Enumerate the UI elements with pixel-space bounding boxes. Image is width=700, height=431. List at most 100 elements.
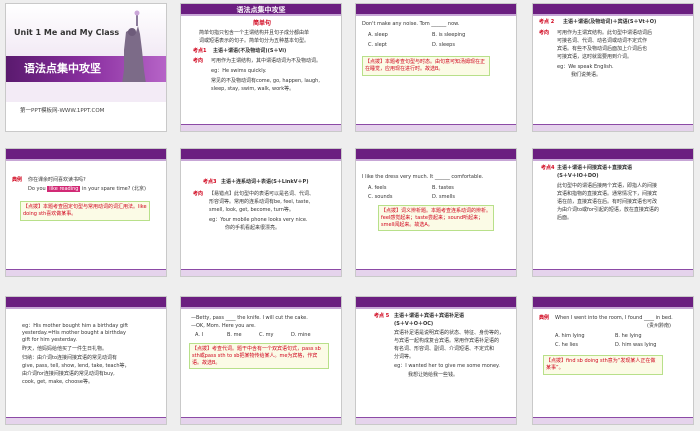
slide4-note-label: 考向 — [539, 30, 550, 36]
slide-footer — [533, 270, 693, 276]
question-text: Don't make any noise. Tom — [362, 21, 430, 27]
slide8-line: 后面。 — [557, 215, 573, 221]
option-c: C. slept — [368, 42, 387, 48]
option-b: B. me — [227, 332, 242, 338]
option-b: B. is sleeping — [432, 32, 466, 38]
tip-box: 【点拨】本题考查固定句型与常用动词的词汇用法。like doing sth喜欢做… — [20, 201, 150, 221]
slide5-question: Do you like reading in your spare time? … — [28, 186, 146, 193]
slide11-kp-label: 考点 5 — [374, 313, 390, 319]
slide11-translation: 我想让她给我一些钱。 — [408, 372, 459, 378]
slide2-line2: 词或短语表示的句子。简单句分为五种基本句型。 — [199, 38, 310, 44]
tip-box: 【点拨】考查代词。题干中含有一个双宾语句式，pass sb sth或pass s… — [189, 343, 329, 370]
slide-footer — [181, 125, 341, 131]
slide-footer — [181, 418, 341, 424]
slide-footer — [6, 270, 166, 276]
slide2-heading: 简单句 — [253, 20, 272, 27]
slide1-subband — [6, 82, 166, 102]
slide-thumbnail-1[interactable]: Unit 1 Me and My Class 语法点集中攻坚 第一PPT模板网-… — [5, 3, 167, 132]
slide8-kp-formula: (S＋V＋IO＋DO) — [557, 173, 599, 179]
slide6-translation: 你的手机看起来很漂亮。 — [225, 225, 281, 231]
slide6-line: 形容词等。常用的连系动词有be, feel, taste, — [209, 199, 311, 205]
option-b: B. tastes — [432, 185, 454, 191]
option-c: C. my — [259, 332, 274, 338]
slide2-note-text: 可用作为主谓结构，其中谓语动词为不及物动词。 — [211, 58, 322, 64]
slide-footer — [6, 418, 166, 424]
slide2-line3: 常见的不及物动词有come, go, happen, laugh, — [211, 78, 320, 84]
slide-header-stripe — [533, 159, 693, 161]
slide-thumbnail-6[interactable]: 考点3 主语＋连系动词＋表语(S＋LinkV＋P) 考向 【易错点】此句型中的表… — [180, 148, 342, 277]
question-text: —Betty, pass — [191, 315, 225, 321]
slide-header-stripe — [6, 307, 166, 309]
slide4-line: 可接宾语，这时就需要用到介词。 — [557, 54, 633, 60]
slide-header-bar — [356, 149, 516, 159]
slide-header-bar — [6, 297, 166, 307]
slide-footer — [533, 125, 693, 131]
slide6-kp-text: 主语＋连系动词＋表语(S＋LinkV＋P) — [221, 179, 309, 185]
slide-thumbnail-2[interactable]: 语法点集中攻坚 简单句 简单句指只包含一个主谓结构并且句子成分都由单 词或短语表… — [180, 3, 342, 132]
slide6-line: 【易错点】此句型中的表语可以是名词、代词、 — [209, 191, 315, 197]
slide4-kp-label: 考点 2 — [539, 19, 555, 25]
slide-footer — [533, 418, 693, 424]
slide8-line: 宾语和指物的直接宾语。通常情况下，间接宾 — [557, 191, 658, 197]
slide4-translation: 我们说英语。 — [571, 72, 602, 78]
slide11-line: 与宾语一起构成复合宾语。常用作宾语补足语的 — [394, 338, 500, 344]
slide5-label: 典例 — [12, 177, 23, 183]
slide9-line: eg：His mother bought him a birthday gift — [22, 323, 129, 329]
slide7-question: I like the dress very much. It ______ co… — [362, 174, 484, 180]
slide9-line: cook, get, make, choose等。 — [22, 379, 93, 385]
slide4-example: eg：We speak English. — [557, 64, 614, 70]
slide-header-bar — [356, 4, 516, 14]
slide9-line: 归纳：由介词to连接间接宾语的常见动词有 — [22, 355, 118, 361]
option-a: A. him lying — [555, 333, 585, 339]
slide-header-stripe — [356, 14, 516, 16]
slide-thumbnail-12[interactable]: 典例 When I went into the room, I found __… — [532, 296, 694, 425]
slide9-line: give, pass, tell, show, lend, take, teac… — [22, 363, 130, 369]
slide9-line: yesterday.=His mother bought a birthday — [22, 330, 126, 336]
slide-footer — [356, 270, 516, 276]
slide5-question-cn: 你在课余时间喜欢读书吗? — [28, 177, 86, 183]
slide-thumbnail-7[interactable]: I like the dress very much. It ______ co… — [355, 148, 517, 277]
slide2-kp-text: 主语＋谓语(不及物动词)(S＋Vi) — [213, 48, 287, 54]
slide4-line: 宾语。有些不及物动词后面加上介词后也 — [557, 46, 648, 52]
option-b: B. he lying — [615, 333, 642, 339]
slide6-kp-label: 考点3 — [203, 179, 217, 185]
slide2-title: 语法点集中攻坚 — [236, 6, 286, 14]
option-d: D. smells — [432, 194, 455, 200]
option-d: D. sleeps — [432, 42, 455, 48]
slide2-kp-label: 考点1 — [193, 48, 207, 54]
question-text: I like the dress very much. It — [362, 174, 434, 180]
slide11-example: eg：I wanted her to give me some money. — [394, 363, 500, 369]
slide2-line4: sleep, stay, swim, walk, work等。 — [211, 86, 295, 92]
slide6-note-label: 考向 — [193, 191, 204, 197]
slide6-line: smell, look, get, become, turn等。 — [209, 207, 294, 213]
slide8-line: 语在前，直接宾语在后。有时间接宾语也可改 — [557, 199, 658, 205]
slide-thumbnail-4[interactable]: 考点 2 主语＋谓语(及物动词)＋宾语(S＋Vt＋O) 考向 可用作为主谓宾结构… — [532, 3, 694, 132]
slide12-question: When I went into the room, I found ____ … — [555, 315, 673, 321]
slide12-label: 典例 — [539, 315, 550, 321]
question-text-end: comfortable. — [451, 174, 484, 180]
answer-highlight: like reading — [47, 186, 81, 192]
slide9-line: 昨天，他妈妈给他买了一件生日礼物。 — [22, 346, 108, 352]
slide10-question: —Betty, pass ____ the knife. I will cut … — [191, 315, 308, 321]
option-d: D. him was lying — [615, 342, 657, 348]
slide11-line: 有名词、形容词、副词、介词短语、不定式和 — [394, 346, 495, 352]
option-c: C. he lies — [555, 342, 578, 348]
slide8-line: 为由介词to或for引起的短语，放在直接宾语的 — [557, 207, 659, 213]
slide-thumbnail-8[interactable]: 考点4 主语＋谓语＋间接宾语＋直接宾语 (S＋V＋IO＋DO) 此句型中的谓语后… — [532, 148, 694, 277]
slide2-line1: 简单句指只包含一个主谓结构并且句子成分都由单 — [199, 30, 310, 36]
tip-box: 【点拨】词义辨析题。本题考查连系动词的辨析。feel感觉起来；taste尝起来；… — [378, 205, 494, 232]
slide-thumbnail-11[interactable]: 考点 5 主语＋谓语＋宾语＋宾语补足语 (S＋V＋O＋OC) 宾语补足语是说明宾… — [355, 296, 517, 425]
slide4-line: 可用作为主谓宾结构。此句型中谓语动词后 — [557, 30, 653, 36]
slide-thumbnail-10[interactable]: —Betty, pass ____ the knife. I will cut … — [180, 296, 342, 425]
slide-header-bar — [533, 297, 693, 307]
slide-thumbnail-3[interactable]: Don't make any noise. Tom ______ now. A.… — [355, 3, 517, 132]
question-text-end: in bed. — [655, 315, 673, 321]
slide-thumbnail-5[interactable]: 典例 你在课余时间喜欢读书吗? Do you like reading in y… — [5, 148, 167, 277]
slide2-example: eg：He swims quickly. — [211, 68, 267, 74]
slide-header-stripe — [533, 14, 693, 16]
slide8-kp-text: 主语＋谓语＋间接宾语＋直接宾语 — [557, 165, 633, 171]
slide11-line: 分词等。 — [394, 354, 415, 360]
slide-header-stripe — [356, 307, 516, 309]
slide-thumbnail-9[interactable]: eg：His mother bought him a birthday gift… — [5, 296, 167, 425]
tip-box: 【点拨】find sb doing sth意为“发现某人正在做某事”。 — [543, 355, 663, 375]
